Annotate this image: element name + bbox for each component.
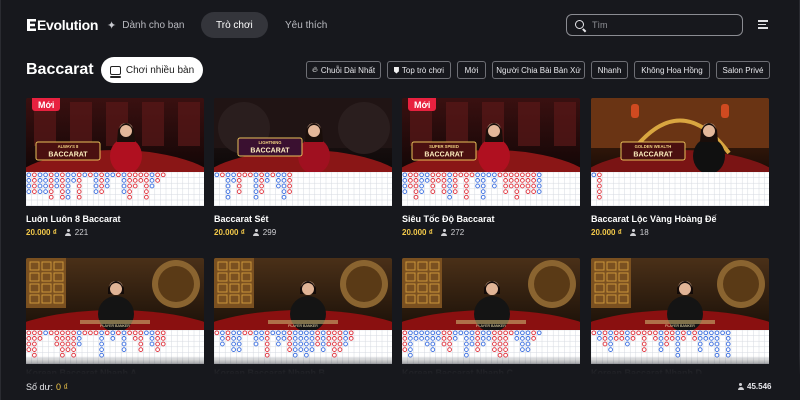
player-count: 272 — [441, 228, 464, 237]
sign-main-text: BACCARAT — [250, 148, 290, 155]
balance-value: 0 ₫ — [56, 382, 69, 392]
online-players: 45.546 — [737, 382, 771, 391]
game-thumbnail[interactable]: GOLDEN WEALTH BACCARAT — [591, 98, 769, 172]
online-count: 45.546 — [747, 382, 772, 391]
person-icon — [630, 229, 637, 236]
bet-min-price: 20.000 ₫ — [402, 228, 433, 237]
multi-table-label: Chơi nhiều bàn — [125, 64, 195, 76]
game-thumbnail[interactable]: LIGHTNING BACCARAT — [214, 98, 392, 172]
table-label-text: PLAYER BANKER — [476, 324, 506, 328]
app-frame: Evolution ✦ Dành cho bạn Trò chơi Yêu th… — [0, 0, 800, 400]
sign-main-text: BACCARAT — [424, 152, 464, 159]
screen-icon — [109, 65, 121, 78]
sign-top-text: ALWAYS 8 — [58, 144, 79, 149]
brand-name: Evolution — [37, 17, 99, 33]
game-sign: ALWAYS 8 BACCARAT — [35, 141, 101, 161]
top-header: Evolution ✦ Dành cho bạn Trò chơi Yêu th… — [1, 0, 800, 48]
nav-for-you-label: Dành cho bạn — [122, 19, 185, 31]
balance-display: Số dư: 0 ₫ — [26, 382, 68, 392]
game-meta: 20.000 ₫ 299 — [214, 228, 276, 237]
evolution-logo[interactable]: Evolution — [27, 17, 98, 33]
nav-favorites-label: Yêu thích — [285, 19, 328, 31]
game-meta: 20.000 ₫ 221 — [26, 228, 88, 237]
person-icon — [737, 383, 744, 390]
bookmark-icon — [393, 66, 399, 74]
sign-top-text: GOLDEN WEALTH — [635, 144, 672, 149]
balance-label: Số dư: — [26, 382, 54, 392]
game-meta: 20.000 ₫ 272 — [402, 228, 464, 237]
table-label-text: PLAYER BANKER — [665, 324, 695, 328]
game-sign: SUPER SPEED BACCARAT — [411, 141, 477, 161]
filter-label: Không Hoa Hồng — [641, 65, 703, 75]
person-icon — [65, 229, 72, 236]
game-thumbnail[interactable]: PLAYER BANKER — [591, 258, 769, 330]
page-title: Baccarat — [26, 61, 94, 78]
bead-road — [591, 172, 769, 206]
person-icon — [253, 229, 260, 236]
filter-top-games[interactable]: Top trò chơi — [387, 61, 451, 79]
game-title[interactable]: Baccarat Sét — [214, 214, 269, 224]
bead-road — [214, 172, 392, 206]
sparkle-icon: ✦ — [107, 19, 117, 32]
bead-road — [26, 172, 204, 206]
filter-longest-streak[interactable]: 🔥︎ Chuỗi Dài Nhất — [306, 61, 381, 79]
filter-label: Chuỗi Dài Nhất — [320, 65, 376, 75]
nav-games[interactable]: Trò chơi — [201, 12, 268, 38]
filter-label: Salon Privé — [722, 65, 764, 75]
player-count-value: 18 — [639, 228, 649, 237]
game-thumbnail[interactable]: PLAYER BANKER — [402, 258, 580, 330]
fire-icon: 🔥︎ — [311, 65, 318, 74]
nav-for-you[interactable]: ✦ Dành cho bạn — [107, 12, 185, 38]
search-box[interactable] — [566, 14, 743, 36]
bottom-fade — [1, 356, 800, 376]
bead-road — [402, 172, 580, 206]
filter-new[interactable]: Mới — [457, 61, 486, 79]
sign-main-text: BACCARAT — [633, 152, 673, 159]
filter-label: Mới — [464, 65, 479, 75]
bet-min-price: 20.000 ₫ — [26, 228, 57, 237]
filter-label: Top trò chơi — [401, 65, 445, 75]
filter-label: Nhanh — [597, 65, 622, 75]
new-badge: Mới — [32, 98, 61, 111]
filter-label: Người Chia Bài Bản Xứ — [496, 65, 581, 75]
table-label-text: PLAYER BANKER — [100, 324, 130, 328]
multi-table-button[interactable]: Chơi nhiều bàn — [101, 57, 203, 83]
game-title[interactable]: Siêu Tốc Độ Baccarat — [402, 214, 495, 224]
filter-no-commission[interactable]: Không Hoa Hồng — [634, 61, 710, 79]
person-icon — [441, 229, 448, 236]
filter-local-dealer[interactable]: Người Chia Bài Bản Xứ — [492, 61, 585, 79]
logo-mark-icon — [27, 19, 36, 31]
game-sign: LIGHTNING BACCARAT — [237, 137, 303, 157]
sign-top-text: LIGHTNING — [258, 140, 281, 145]
player-count: 18 — [630, 228, 649, 237]
player-count: 299 — [253, 228, 276, 237]
sign-top-text: SUPER SPEED — [429, 144, 459, 149]
filter-salon-prive[interactable]: Salon Privé — [716, 61, 770, 79]
player-count-value: 221 — [74, 228, 89, 237]
nav-favorites[interactable]: Yêu thích — [285, 12, 327, 38]
search-icon — [575, 19, 586, 31]
bet-min-price: 20.000 ₫ — [591, 228, 622, 237]
player-count-value: 272 — [450, 228, 465, 237]
search-input[interactable] — [592, 20, 732, 30]
player-count-value: 299 — [262, 228, 277, 237]
filter-fast[interactable]: Nhanh — [591, 61, 628, 79]
bet-min-price: 20.000 ₫ — [214, 228, 245, 237]
game-thumbnail[interactable]: PLAYER BANKER — [214, 258, 392, 330]
menu-icon[interactable] — [758, 20, 768, 29]
game-thumbnail[interactable]: PLAYER BANKER — [26, 258, 204, 330]
game-sign: GOLDEN WEALTH BACCARAT — [620, 141, 686, 161]
nav-games-label: Trò chơi — [216, 19, 253, 31]
player-count: 221 — [65, 228, 88, 237]
game-title[interactable]: Baccarat Lộc Vàng Hoàng Đế — [591, 214, 717, 224]
game-meta: 20.000 ₫ 18 — [591, 228, 649, 237]
game-title[interactable]: Luôn Luôn 8 Baccarat — [26, 214, 121, 224]
bottom-bar — [1, 374, 800, 400]
sign-main-text: BACCARAT — [48, 152, 88, 159]
table-label-text: PLAYER BANKER — [288, 324, 318, 328]
new-badge: Mới — [408, 98, 437, 111]
